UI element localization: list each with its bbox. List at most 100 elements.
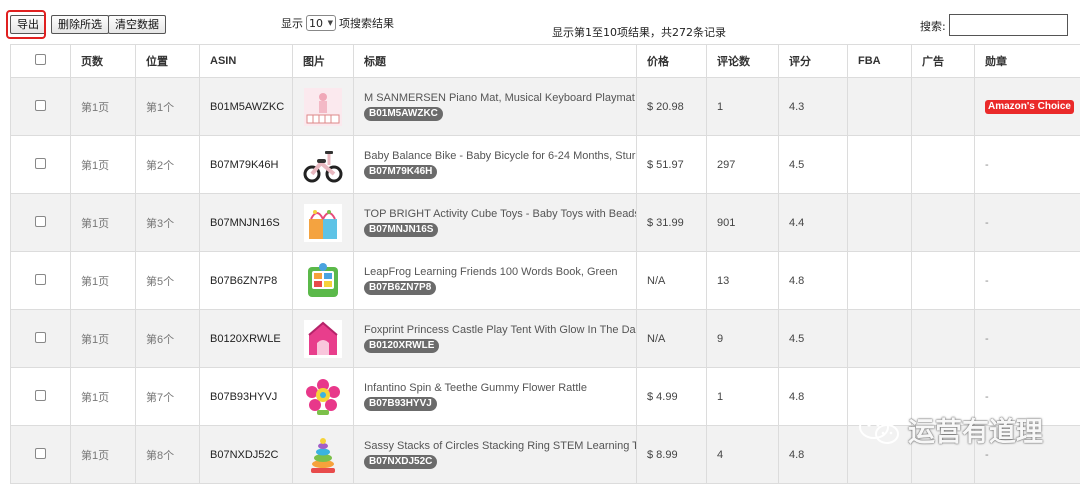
reviews-cell: 9 <box>707 310 779 368</box>
page-cell: 第1页 <box>71 426 136 484</box>
header-ad[interactable]: 广告 <box>912 45 975 78</box>
asin-cell: B07NXDJ52C <box>200 426 293 484</box>
header-reviews[interactable]: 评论数 <box>707 45 779 78</box>
ad-cell <box>912 194 975 252</box>
asin-badge: B01M5AWZKC <box>364 107 443 121</box>
header-title[interactable]: 标题 <box>354 45 637 78</box>
asin-cell: B0120XRWLE <box>200 310 293 368</box>
header-page[interactable]: 页数 <box>71 45 136 78</box>
chevron-down-icon: ▼ <box>328 19 333 27</box>
position-cell: 第6个 <box>136 310 200 368</box>
header-position[interactable]: 位置 <box>136 45 200 78</box>
asin-cell: B07MNJN16S <box>200 194 293 252</box>
row-checkbox[interactable] <box>35 100 46 111</box>
select-all-checkbox[interactable] <box>35 54 46 65</box>
badge-cell: Amazon's Choice <box>975 78 1080 136</box>
product-thumbnail[interactable] <box>303 87 343 127</box>
product-title[interactable]: LeapFrog Learning Friends 100 Words Book… <box>364 266 636 278</box>
asin-badge: B07M79K46H <box>364 165 437 179</box>
row-select-cell[interactable] <box>11 136 71 194</box>
watermark-text: 运营有道理 <box>908 410 1043 449</box>
row-checkbox[interactable] <box>35 448 46 459</box>
position-cell: 第7个 <box>136 368 200 426</box>
row-select-cell[interactable] <box>11 310 71 368</box>
page-length-select[interactable]: 10 ▼ <box>306 15 336 31</box>
product-thumbnail[interactable] <box>303 145 343 185</box>
ad-cell <box>912 252 975 310</box>
row-checkbox[interactable] <box>35 216 46 227</box>
row-select-cell[interactable] <box>11 78 71 136</box>
row-select-cell[interactable] <box>11 426 71 484</box>
product-thumbnail[interactable] <box>303 377 343 417</box>
product-thumbnail[interactable] <box>303 435 343 475</box>
page-cell: 第1页 <box>71 252 136 310</box>
price-cell: $ 51.97 <box>637 136 707 194</box>
export-highlight-box <box>6 10 46 39</box>
rating-cell: 4.4 <box>779 194 848 252</box>
row-checkbox[interactable] <box>35 158 46 169</box>
title-cell: Foxprint Princess Castle Play Tent With … <box>354 310 637 368</box>
row-checkbox[interactable] <box>35 390 46 401</box>
search-input[interactable] <box>949 14 1068 36</box>
position-cell: 第3个 <box>136 194 200 252</box>
row-checkbox[interactable] <box>35 332 46 343</box>
page-cell: 第1页 <box>71 136 136 194</box>
clear-data-button[interactable]: 清空数据 <box>108 15 166 34</box>
reviews-cell: 4 <box>707 426 779 484</box>
asin-cell: B07B6ZN7P8 <box>200 252 293 310</box>
search-label: 搜索: <box>920 18 946 34</box>
select-all-header[interactable] <box>11 45 71 78</box>
image-cell <box>293 252 354 310</box>
header-asin[interactable]: ASIN <box>200 45 293 78</box>
watermark: 运营有道理 <box>858 410 1043 449</box>
header-image[interactable]: 图片 <box>293 45 354 78</box>
reviews-cell: 901 <box>707 194 779 252</box>
product-thumbnail[interactable] <box>303 319 343 359</box>
delete-selected-button[interactable]: 删除所选 <box>51 15 109 34</box>
position-cell: 第1个 <box>136 78 200 136</box>
badge-cell: - <box>975 310 1080 368</box>
ad-cell <box>912 310 975 368</box>
product-thumbnail[interactable] <box>303 203 343 243</box>
header-rating[interactable]: 评分 <box>779 45 848 78</box>
image-cell <box>293 78 354 136</box>
fba-cell <box>848 78 912 136</box>
row-select-cell[interactable] <box>11 368 71 426</box>
position-cell: 第5个 <box>136 252 200 310</box>
rating-cell: 4.5 <box>779 310 848 368</box>
product-title[interactable]: M SANMERSEN Piano Mat, Musical Keyboard … <box>364 92 636 104</box>
table-row: 第1页 第2个 B07M79K46H Baby Balance Bike - B… <box>11 136 1080 194</box>
title-cell: Baby Balance Bike - Baby Bicycle for 6-2… <box>354 136 637 194</box>
badge-cell: - <box>975 136 1080 194</box>
product-title[interactable]: Sassy Stacks of Circles Stacking Ring ST… <box>364 440 636 452</box>
image-cell <box>293 368 354 426</box>
position-cell: 第2个 <box>136 136 200 194</box>
row-checkbox[interactable] <box>35 274 46 285</box>
title-cell: Sassy Stacks of Circles Stacking Ring ST… <box>354 426 637 484</box>
product-title[interactable]: Baby Balance Bike - Baby Bicycle for 6-2… <box>364 150 636 162</box>
product-title[interactable]: Infantino Spin & Teethe Gummy Flower Rat… <box>364 382 636 394</box>
page-cell: 第1页 <box>71 368 136 426</box>
header-price[interactable]: 价格 <box>637 45 707 78</box>
row-select-cell[interactable] <box>11 194 71 252</box>
amazons-choice-badge: Amazon's Choice <box>985 100 1074 114</box>
product-thumbnail[interactable] <box>303 261 343 301</box>
title-cell: TOP BRIGHT Activity Cube Toys - Baby Toy… <box>354 194 637 252</box>
length-suffix: 项搜索结果 <box>339 15 394 31</box>
results-info: 显示第1至10项结果，共272条记录 <box>552 24 726 40</box>
title-cell: M SANMERSEN Piano Mat, Musical Keyboard … <box>354 78 637 136</box>
reviews-cell: 13 <box>707 252 779 310</box>
product-title[interactable]: Foxprint Princess Castle Play Tent With … <box>364 324 636 336</box>
page-cell: 第1页 <box>71 310 136 368</box>
asin-badge: B07B93HYVJ <box>364 397 437 411</box>
wechat-icon <box>858 414 902 446</box>
fba-cell <box>848 194 912 252</box>
header-badge[interactable]: 勋章 <box>975 45 1080 78</box>
ad-cell <box>912 136 975 194</box>
image-cell <box>293 426 354 484</box>
price-cell: N/A <box>637 252 707 310</box>
row-select-cell[interactable] <box>11 252 71 310</box>
product-title[interactable]: TOP BRIGHT Activity Cube Toys - Baby Toy… <box>364 208 636 220</box>
price-cell: $ 31.99 <box>637 194 707 252</box>
header-fba[interactable]: FBA <box>848 45 912 78</box>
